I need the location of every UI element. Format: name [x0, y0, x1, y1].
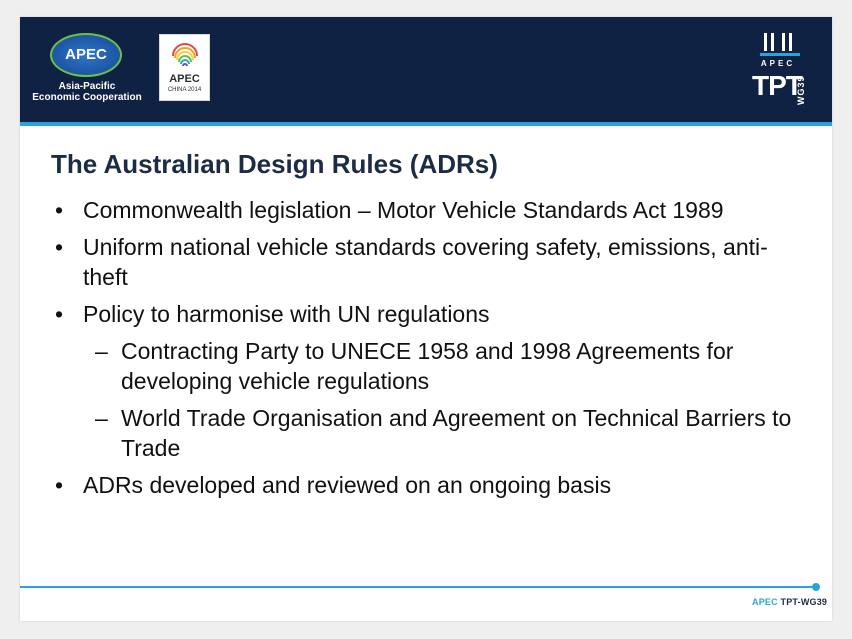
footer-label: APEC TPT-WG39: [752, 597, 827, 607]
sub-bullet-item: – World Trade Organisation and Agreement…: [51, 403, 811, 463]
footer-divider-dot: [812, 583, 820, 591]
apec-logo-text: APEC: [65, 46, 107, 63]
apec-globe-icon: APEC: [50, 33, 122, 77]
apec-china-flower-icon: [172, 43, 198, 67]
bullet-item: • Policy to harmonise with UN regulation…: [51, 299, 811, 329]
slide-content: • Commonwealth legislation – Motor Vehic…: [51, 195, 811, 507]
apec-logo-subtitle: Asia-Pacific Economic Cooperation: [32, 81, 142, 103]
slide: APEC Asia-Pacific Economic Cooperation A…: [20, 17, 832, 621]
sub-bullet-item: – Contracting Party to UNECE 1958 and 19…: [51, 336, 811, 396]
apec-subtitle-line2: Economic Cooperation: [32, 92, 142, 103]
slide-title: The Australian Design Rules (ADRs): [51, 149, 498, 179]
sub-bullet-text: Contracting Party to UNECE 1958 and 1998…: [121, 338, 734, 394]
tpt-wg39-logo: APEC TPT WG39: [752, 33, 812, 109]
tpt-logo-wg-text: WG39: [796, 75, 806, 105]
tpt-logo-apec-text: APEC: [760, 59, 796, 68]
bullet-item: • ADRs developed and reviewed on an ongo…: [51, 470, 811, 500]
footer-divider: [20, 586, 817, 588]
footer-tpt-text: TPT-WG39: [780, 597, 828, 607]
header-banner: APEC Asia-Pacific Economic Cooperation A…: [20, 17, 832, 122]
footer-apec-text: APEC: [752, 597, 778, 607]
header-divider: [20, 122, 832, 126]
apec-logo: APEC Asia-Pacific Economic Cooperation: [32, 33, 142, 108]
apec-china-2014-logo: APEC CHINA 2014: [159, 34, 210, 101]
bullet-marker: •: [55, 197, 64, 223]
sub-bullet-text: World Trade Organisation and Agreement o…: [121, 405, 792, 461]
bullet-text: Commonwealth legislation – Motor Vehicle…: [83, 197, 724, 223]
apec-subtitle-line1: Asia-Pacific: [58, 81, 116, 92]
bullet-marker: •: [55, 472, 64, 498]
bullet-text: ADRs developed and reviewed on an ongoin…: [83, 472, 612, 498]
tpt-logo-tpt-text: TPT: [752, 70, 803, 101]
bullet-text: Uniform national vehicle standards cover…: [83, 234, 768, 290]
sub-bullet-marker: –: [95, 338, 108, 364]
bullet-item: • Commonwealth legislation – Motor Vehic…: [51, 195, 811, 225]
china-logo-year-text: CHINA 2014: [167, 87, 202, 93]
bullet-marker: •: [55, 234, 64, 260]
bullet-text: Policy to harmonise with UN regulations: [83, 301, 490, 327]
china-logo-apec-text: APEC: [169, 73, 200, 85]
bullet-marker: •: [55, 301, 64, 327]
sub-bullet-marker: –: [95, 405, 108, 431]
bullet-item: • Uniform national vehicle standards cov…: [51, 232, 811, 292]
tpt-columns-icon: [760, 33, 800, 56]
